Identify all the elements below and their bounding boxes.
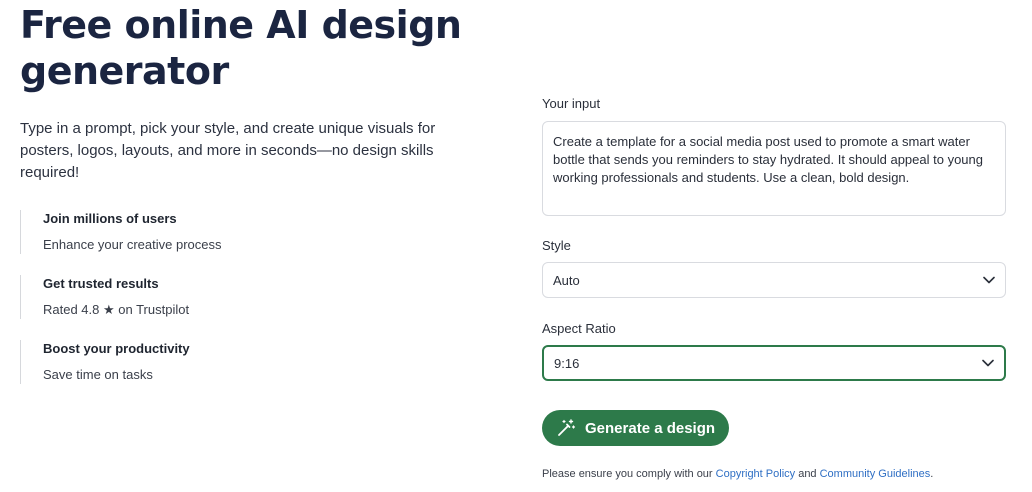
feature-title: Get trusted results	[43, 276, 159, 291]
page-title-line-2: generator	[20, 49, 229, 93]
aspect-ratio-select-value: 9:16	[554, 355, 580, 371]
page-title: Free online AI design generator	[20, 2, 490, 94]
legal-notice: Please ensure you comply with our Copyri…	[542, 468, 933, 480]
community-guidelines-link[interactable]: Community Guidelines	[820, 468, 931, 480]
style-select[interactable]: Auto	[542, 262, 1006, 298]
chevron-down-icon	[982, 357, 994, 369]
magic-wand-icon	[556, 418, 576, 438]
legal-prefix: Please ensure you comply with our	[542, 468, 716, 480]
legal-suffix: .	[930, 468, 934, 480]
feature-item: Join millions of users Enhance your crea…	[20, 210, 490, 254]
hero-subtitle: Type in a prompt, pick your style, and c…	[20, 120, 436, 181]
feature-text: Enhance your creative process	[43, 237, 222, 252]
legal-middle: and	[795, 468, 820, 480]
feature-text: Save time on tasks	[43, 367, 153, 382]
style-select-value: Auto	[553, 272, 580, 288]
generate-design-button[interactable]: Generate a design	[542, 410, 729, 446]
feature-item: Get trusted results Rated 4.8 ★ on Trust…	[20, 275, 490, 319]
aspect-ratio-label: Aspect Ratio	[542, 321, 616, 336]
feature-title: Join millions of users	[43, 211, 177, 226]
hero-section: Free online AI design generator Type in …	[20, 0, 490, 405]
input-label: Your input	[542, 96, 601, 111]
copyright-policy-link[interactable]: Copyright Policy	[716, 468, 795, 480]
feature-text: Rated 4.8 ★ on Trustpilot	[43, 302, 190, 317]
page-title-line-1: Free online AI design	[20, 3, 462, 47]
aspect-ratio-select[interactable]: 9:16	[542, 345, 1006, 381]
generate-design-label: Generate a design	[585, 419, 716, 437]
feature-item: Boost your productivity Save time on tas…	[20, 340, 490, 384]
feature-list: Join millions of users Enhance your crea…	[20, 210, 490, 384]
chevron-down-icon	[983, 274, 995, 286]
feature-title: Boost your productivity	[43, 341, 190, 356]
prompt-textarea[interactable]: Create a template for a social media pos…	[542, 121, 1006, 216]
style-label: Style	[542, 238, 571, 253]
